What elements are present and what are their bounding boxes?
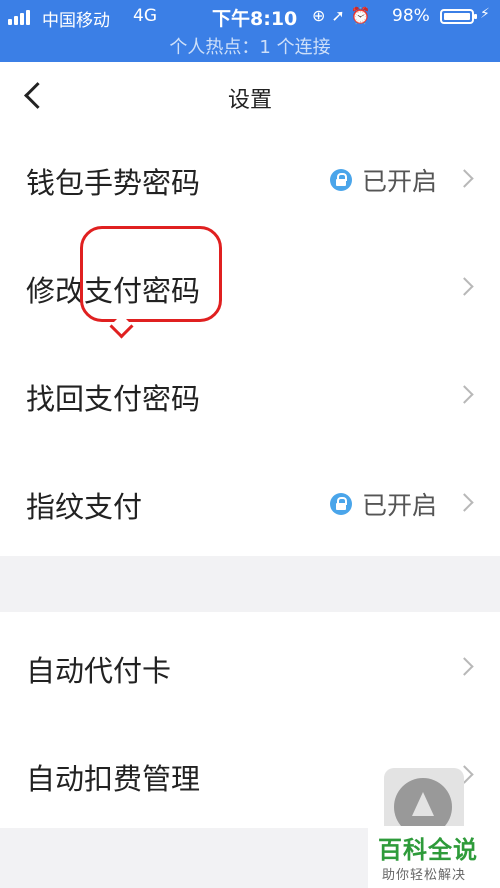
status-indicator: 已开启 [330, 486, 437, 522]
section-divider [0, 556, 500, 612]
chevron-right-icon [455, 657, 474, 676]
list-item-label: 指纹支付 [26, 490, 143, 524]
lock-icon [330, 493, 352, 515]
charging-icon: ⚡ [480, 6, 490, 22]
list-item-label: 找回支付密码 [26, 382, 201, 416]
list-item-recover-payment-password[interactable]: 找回支付密码 [0, 340, 500, 448]
network-type: 4G [133, 6, 157, 26]
list-item-label: 自动扣费管理 [26, 762, 201, 796]
chevron-right-icon [455, 493, 474, 512]
hotspot-banner[interactable]: 个人热点：1 个连接 [0, 33, 500, 59]
signal-strength-icon [8, 10, 30, 25]
chevron-right-icon [455, 385, 474, 404]
status-indicator: 已开启 [330, 162, 437, 198]
list-item-auto-pay-card[interactable]: 自动代付卡 [0, 612, 500, 720]
status-text: 已开启 [362, 491, 438, 520]
battery-percentage: 98% [392, 6, 430, 26]
battery-icon [440, 9, 477, 24]
watermark-title: 百科全说 [378, 836, 478, 864]
list-item-label: 自动代付卡 [26, 654, 172, 688]
page-title: 设置 [227, 88, 272, 113]
list-item-fingerprint-payment[interactable]: 指纹支付 已开启 [0, 448, 500, 556]
chevron-right-icon [455, 277, 474, 296]
status-text: 已开启 [362, 167, 438, 196]
list-item-wallet-gesture-password[interactable]: 钱包手势密码 已开启 [0, 124, 500, 232]
system-status-icons: ⊕➚⏰ [312, 6, 377, 25]
chevron-right-icon [455, 169, 474, 188]
annotation-highlight [80, 226, 222, 322]
watermark-logo: 百科全说 助你轻松解决 [368, 826, 500, 888]
list-item-change-payment-password[interactable]: 修改支付密码 [0, 232, 500, 340]
carrier-name: 中国移动 [42, 11, 110, 31]
nav-bar: 设置 [0, 62, 500, 130]
watermark-subtitle: 助你轻松解决 [382, 868, 467, 883]
security-settings-list: 钱包手势密码 已开启 修改支付密码 找回支付密码 指纹支付 已开启 [0, 124, 500, 556]
lock-icon [330, 169, 352, 191]
status-bar: 中国移动 4G 下午8:10 ⊕➚⏰ 98% ⚡ 个人热点：1 个连接 [0, 0, 500, 62]
status-time: 下午8:10 [212, 8, 298, 30]
list-item-label: 钱包手势密码 [26, 166, 201, 200]
